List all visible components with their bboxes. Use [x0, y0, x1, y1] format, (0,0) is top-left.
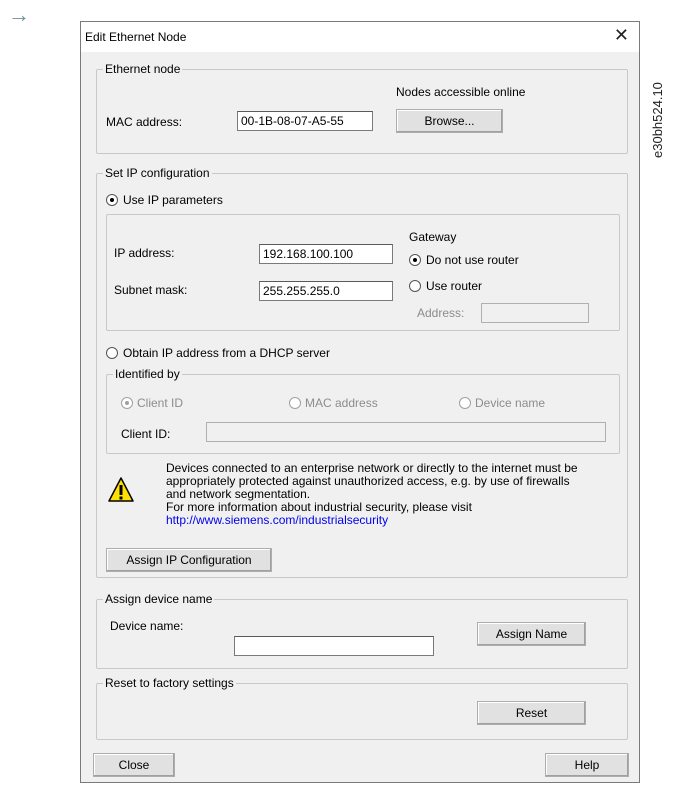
- ip-address-field[interactable]: 192.168.100.100: [259, 244, 393, 264]
- mac-address-label: MAC address:: [106, 115, 183, 129]
- warning-icon: [108, 477, 134, 502]
- use-ip-parameters-radio[interactable]: [106, 194, 118, 206]
- warning-line-1: Devices connected to an enterprise netwo…: [166, 461, 578, 475]
- warning-line-3: and network segmentation.: [166, 487, 311, 501]
- factory-reset-group: Reset to factory settings Reset: [96, 676, 628, 740]
- assign-device-name-legend: Assign device name: [103, 592, 215, 606]
- ethernet-node-group: Ethernet node Nodes accessible online MA…: [96, 62, 628, 154]
- device-name-field[interactable]: [234, 636, 434, 656]
- dhcp-radio[interactable]: [106, 347, 118, 359]
- nodes-online-label: Nodes accessible online: [396, 85, 526, 99]
- dialog-title: Edit Ethernet Node: [85, 30, 187, 44]
- warning-line-4: For more information about industrial se…: [166, 500, 472, 514]
- identified-by-group: Identified by Client ID MAC address Devi…: [106, 367, 620, 454]
- assign-ip-configuration-button[interactable]: Assign IP Configuration: [106, 548, 272, 572]
- device-name-label: Device name:: [110, 619, 184, 633]
- ip-address-label: IP address:: [114, 246, 175, 260]
- reset-button[interactable]: Reset: [477, 701, 586, 725]
- edit-ethernet-node-dialog: Edit Ethernet Node ✕ Ethernet node Nodes…: [80, 21, 640, 783]
- subnet-mask-label: Subnet mask:: [114, 283, 188, 297]
- ip-configuration-group: Set IP configuration Use IP parameters I…: [96, 166, 628, 578]
- client-id-field-label: Client ID:: [121, 427, 171, 441]
- dhcp-label: Obtain IP address from a DHCP server: [123, 346, 330, 360]
- mac-address-radio[interactable]: [289, 397, 301, 409]
- mac-address-radio-label: MAC address: [305, 396, 378, 410]
- factory-reset-legend: Reset to factory settings: [103, 676, 236, 690]
- subnet-mask-field[interactable]: 255.255.255.0: [259, 281, 393, 301]
- use-router-radio[interactable]: [409, 280, 421, 292]
- use-ip-parameters-label: Use IP parameters: [123, 193, 223, 207]
- help-button[interactable]: Help: [545, 753, 629, 777]
- router-address-field[interactable]: [481, 303, 589, 323]
- assign-name-button[interactable]: Assign Name: [477, 622, 586, 646]
- do-not-use-router-radio[interactable]: [409, 254, 421, 266]
- figure-id-label: e30bh524.10: [650, 82, 665, 158]
- router-address-label: Address:: [417, 306, 465, 320]
- close-button[interactable]: Close: [93, 753, 175, 777]
- warning-line-2: appropriately protected against unauthor…: [166, 474, 570, 488]
- browse-button[interactable]: Browse...: [396, 109, 503, 133]
- close-icon[interactable]: ✕: [614, 26, 629, 44]
- assign-device-name-group: Assign device name Device name: Assign N…: [96, 592, 628, 669]
- device-name-radio-label: Device name: [475, 396, 546, 410]
- use-router-label: Use router: [426, 279, 483, 293]
- side-arrow-icon: →: [8, 2, 30, 27]
- client-id-radio[interactable]: [121, 397, 133, 409]
- gateway-label: Gateway: [409, 230, 457, 244]
- client-id-radio-label: Client ID: [137, 396, 184, 410]
- identified-by-legend: Identified by: [113, 367, 182, 381]
- ip-parameters-subgroup: IP address: 192.168.100.100 Subnet mask:…: [106, 214, 620, 331]
- ethernet-node-legend: Ethernet node: [103, 62, 183, 76]
- industrial-security-link[interactable]: http://www.siemens.com/industrialsecurit…: [166, 513, 388, 527]
- mac-address-field[interactable]: 00-1B-08-07-A5-55: [237, 111, 373, 131]
- ip-configuration-legend: Set IP configuration: [103, 166, 212, 180]
- do-not-use-router-label: Do not use router: [426, 253, 519, 267]
- title-bar: Edit Ethernet Node ✕: [81, 22, 639, 52]
- client-id-field[interactable]: [206, 422, 606, 442]
- device-name-radio[interactable]: [459, 397, 471, 409]
